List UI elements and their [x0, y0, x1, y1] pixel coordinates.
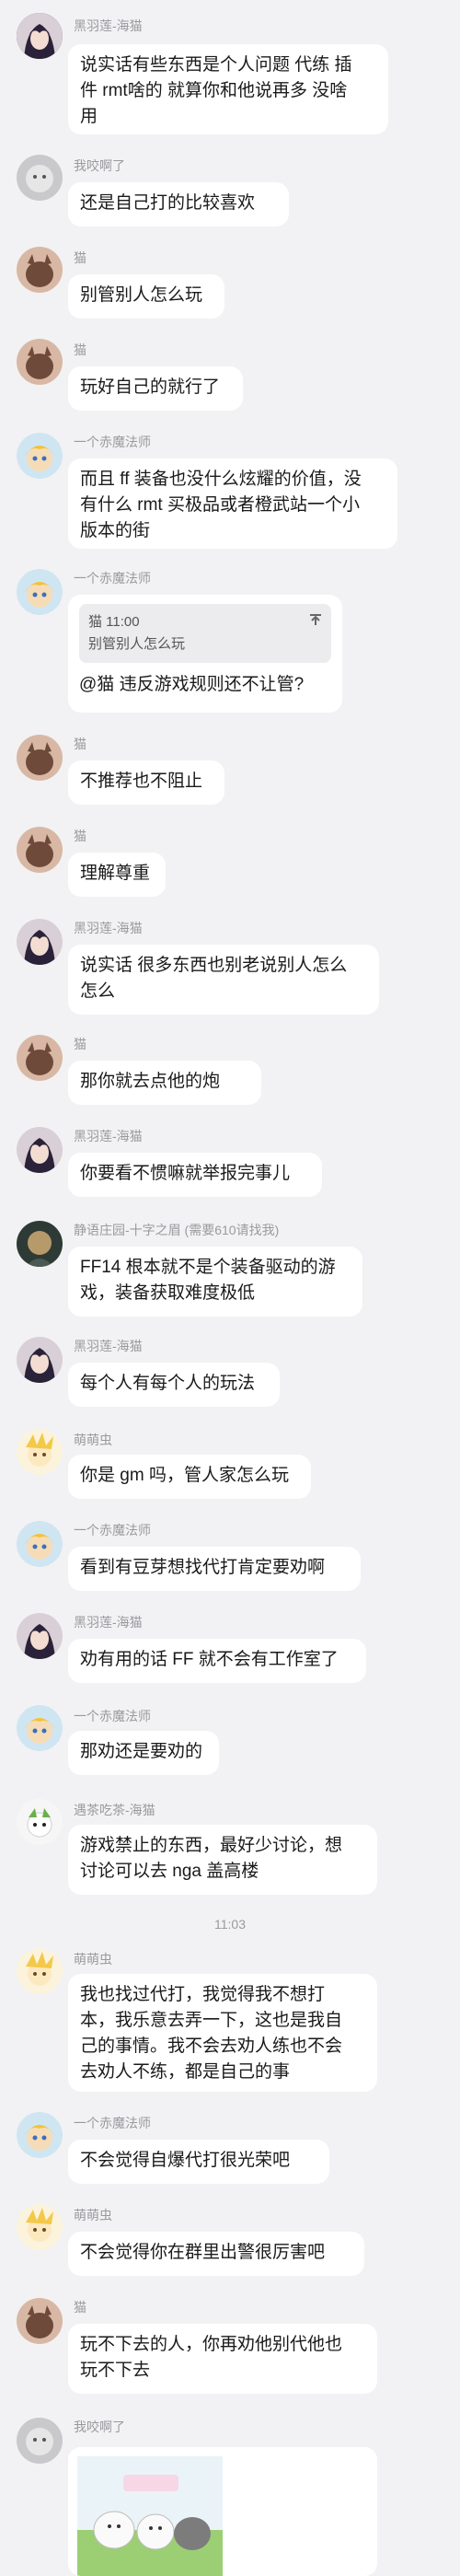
quoted-message[interactable]: 猫 11:00 别管别人怎么玩: [79, 604, 331, 663]
quote-text: 别管别人怎么玩: [88, 636, 186, 652]
avatar[interactable]: [17, 339, 63, 385]
sender-name: 一个赤魔法师: [74, 1709, 151, 1723]
avatar[interactable]: [17, 2418, 63, 2464]
sender-name: 萌萌虫: [74, 1433, 112, 1447]
message-bubble[interactable]: 玩好自己的就行了: [68, 366, 243, 411]
avatar[interactable]: [17, 1221, 63, 1267]
sender-name: 静语庄园-十字之眉 (需要610请找我): [74, 1223, 280, 1237]
message-bubble[interactable]: 那劝还是要劝的: [68, 1731, 219, 1775]
message-bubble[interactable]: FF14 根本就不是个装备驱动的游 戏，装备获取难度极低: [68, 1247, 362, 1317]
avatar[interactable]: [17, 569, 63, 615]
message-bubble[interactable]: 玩不下去的人，你再劝他别代他也 玩不下去: [68, 2324, 377, 2394]
sender-name: 一个赤魔法师: [74, 1523, 151, 1537]
message-bubble[interactable]: 说实话 很多东西也别老说别人怎么 怎么: [68, 945, 379, 1015]
sender-name: 我咬啊了: [74, 158, 125, 173]
message-bubble[interactable]: 你是 gm 吗，管人家怎么玩: [68, 1455, 311, 1499]
sender-name: 一个赤魔法师: [74, 2116, 151, 2130]
avatar[interactable]: [17, 2298, 63, 2344]
message-bubble[interactable]: 游戏禁止的东西，最好少讨论，想 讨论可以去 nga 盖高楼: [68, 1825, 377, 1895]
sender-name: 黑羽莲-海猫: [74, 921, 143, 935]
avatar[interactable]: [17, 1613, 63, 1659]
sender-name: 黑羽莲-海猫: [74, 18, 143, 33]
avatar[interactable]: [17, 1127, 63, 1173]
avatar[interactable]: [17, 1521, 63, 1567]
message-bubble[interactable]: 别管别人怎么玩: [68, 274, 224, 319]
sender-name: 猫: [74, 829, 86, 843]
sender-name: 黑羽莲-海猫: [74, 1339, 143, 1353]
avatar[interactable]: [17, 1035, 63, 1081]
message-bubble[interactable]: 看到有豆芽想找代打肯定要劝啊: [68, 1547, 361, 1591]
message-bubble[interactable]: 每个人有每个人的玩法: [68, 1363, 280, 1407]
sender-name: 猫: [74, 342, 86, 357]
sender-name: 黑羽莲-海猫: [74, 1615, 143, 1630]
avatar[interactable]: [17, 247, 63, 293]
sender-name: 猫: [74, 250, 86, 265]
sender-name: 猫: [74, 737, 86, 751]
message-bubble[interactable]: 不会觉得你在群里出警很厉害吧: [68, 2232, 364, 2276]
quote-header: 猫 11:00: [88, 614, 140, 630]
avatar[interactable]: [17, 2204, 63, 2250]
sender-name: 猫: [74, 2300, 86, 2315]
message-bubble[interactable]: 你要看不惯嘛就举报完事儿: [68, 1153, 322, 1197]
message-bubble[interactable]: 说实话有些东西是个人问题 代练 插件 rmt啥的 就算你和他说再多 没啥用: [68, 44, 388, 134]
message-bubble[interactable]: 而且 ff 装备也没什么炫耀的价值，没 有什么 rmt 买极品或者橙武站一个小 版本…: [68, 458, 397, 549]
avatar[interactable]: [17, 1948, 63, 1994]
message-bubble[interactable]: 那你就去点他的炮: [68, 1061, 261, 1105]
message-bubble[interactable]: 不推荐也不阻止: [68, 760, 224, 805]
sender-name: 猫: [74, 1037, 86, 1051]
message-bubble[interactable]: 我也找过代打，我觉得我不想打 本，我乐意去弄一下，这也是我自 己的事情。我不会去劝人…: [68, 1974, 377, 2092]
message-bubble[interactable]: 劝有用的话 FF 就不会有工作室了: [68, 1639, 366, 1683]
jump-to-quote-icon[interactable]: [309, 611, 322, 633]
avatar[interactable]: [17, 827, 63, 873]
image-message[interactable]: [68, 2447, 377, 2576]
sender-name: 遇茶吃茶-海猫: [74, 1803, 155, 1817]
avatar[interactable]: [17, 919, 63, 965]
sender-name: 萌萌虫: [74, 2208, 112, 2222]
time-divider: 11:03: [214, 1917, 246, 1932]
avatar[interactable]: [17, 2112, 63, 2158]
message-bubble[interactable]: 猫 11:00 别管别人怎么玩 @猫 违反游戏规则还不让管?: [68, 595, 342, 713]
avatar[interactable]: [17, 433, 63, 479]
message-bubble[interactable]: 不会觉得自爆代打很光荣吧: [68, 2140, 329, 2184]
sender-name: 萌萌虫: [74, 1952, 112, 1967]
avatar[interactable]: [17, 1705, 63, 1751]
message-bubble[interactable]: 理解尊重: [68, 853, 166, 897]
avatar[interactable]: [17, 1429, 63, 1475]
avatar[interactable]: [17, 13, 63, 59]
sender-name: 黑羽莲-海猫: [74, 1129, 143, 1143]
sender-name: 我咬啊了: [74, 2419, 125, 2434]
avatar[interactable]: [17, 735, 63, 781]
avatar[interactable]: [17, 1799, 63, 1845]
sender-name: 一个赤魔法师: [74, 435, 151, 449]
message-bubble[interactable]: 还是自己打的比较喜欢: [68, 182, 289, 226]
avatar[interactable]: [17, 1337, 63, 1383]
sender-name: 一个赤魔法师: [74, 571, 151, 586]
avatar[interactable]: [17, 155, 63, 201]
